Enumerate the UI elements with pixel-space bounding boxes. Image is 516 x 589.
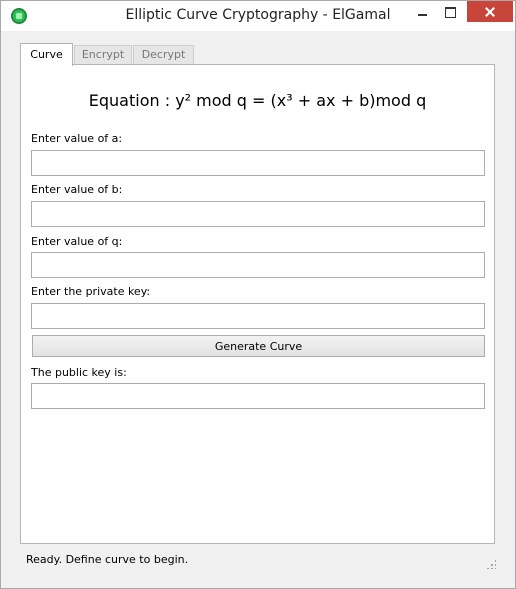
status-text: Ready. Define curve to begin.: [26, 553, 189, 566]
curve-panel: Equation : y² mod q = (x³ + ax + b)mod q…: [20, 64, 495, 544]
maximize-button[interactable]: [437, 1, 463, 22]
a-label: Enter value of a:: [31, 132, 123, 145]
public-key-label: The public key is:: [31, 366, 127, 379]
close-button[interactable]: [467, 1, 513, 22]
a-input[interactable]: [31, 150, 485, 176]
minimize-button[interactable]: [409, 1, 435, 22]
tab-decrypt[interactable]: Decrypt: [133, 45, 194, 65]
generate-curve-button[interactable]: Generate Curve: [32, 335, 485, 357]
public-key-output[interactable]: [31, 383, 485, 409]
resize-grip-icon[interactable]: [486, 559, 496, 569]
tab-curve[interactable]: Curve: [20, 43, 73, 66]
equation-label: Equation : y² mod q = (x³ + ax + b)mod q: [88, 91, 427, 110]
private-key-label: Enter the private key:: [31, 285, 151, 298]
b-input[interactable]: [31, 201, 485, 227]
q-input[interactable]: [31, 252, 485, 278]
title-bar[interactable]: Elliptic Curve Cryptography - ElGamal: [1, 1, 515, 31]
private-key-input[interactable]: [31, 303, 485, 329]
b-label: Enter value of b:: [31, 183, 123, 196]
app-window: Elliptic Curve Cryptography - ElGamal Cu…: [0, 0, 516, 589]
q-label: Enter value of q:: [31, 235, 123, 248]
tab-encrypt[interactable]: Encrypt: [74, 45, 132, 65]
